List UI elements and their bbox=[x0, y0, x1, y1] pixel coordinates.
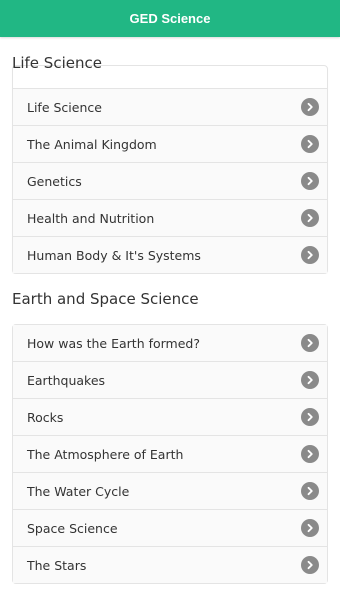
list-life-science: Life Science The Animal Kingdom Genetics… bbox=[13, 88, 327, 273]
list-item-label: Earthquakes bbox=[27, 372, 106, 388]
list-earth-space: How was the Earth formed? Earthquakes Ro… bbox=[13, 325, 327, 583]
section-title-life-science: Life Science bbox=[12, 54, 102, 72]
list-item-label: How was the Earth formed? bbox=[27, 335, 200, 351]
list-item-earth-formed[interactable]: How was the Earth formed? bbox=[13, 325, 327, 362]
chevron-right-icon bbox=[301, 371, 319, 389]
list-item-label: The Water Cycle bbox=[27, 483, 130, 499]
chevron-right-icon bbox=[301, 172, 319, 190]
content: Life Science Life Science The Animal Kin… bbox=[0, 54, 340, 584]
list-item-water-cycle[interactable]: The Water Cycle bbox=[13, 473, 327, 510]
chevron-right-icon bbox=[301, 246, 319, 264]
list-item-label: Human Body & It's Systems bbox=[27, 247, 201, 263]
list-item-label: Space Science bbox=[27, 520, 118, 536]
list-item-label: Life Science bbox=[27, 99, 102, 115]
list-item-label: The Animal Kingdom bbox=[27, 136, 157, 152]
list-item-earthquakes[interactable]: Earthquakes bbox=[13, 362, 327, 399]
app-bar: GED Science bbox=[0, 0, 340, 37]
chevron-right-icon bbox=[301, 98, 319, 116]
list-item-label: Health and Nutrition bbox=[27, 210, 155, 226]
list-item-genetics[interactable]: Genetics bbox=[13, 163, 327, 200]
list-item-human-body[interactable]: Human Body & It's Systems bbox=[13, 237, 327, 273]
section-earth-space: How was the Earth formed? Earthquakes Ro… bbox=[12, 324, 328, 584]
chevron-right-icon bbox=[301, 519, 319, 537]
section-life-science: Life Science Life Science The Animal Kin… bbox=[12, 54, 328, 274]
chevron-right-icon bbox=[301, 135, 319, 153]
list-item-stars[interactable]: The Stars bbox=[13, 547, 327, 583]
chevron-right-icon bbox=[301, 556, 319, 574]
chevron-right-icon bbox=[301, 445, 319, 463]
section-title-earth-space: Earth and Space Science bbox=[0, 274, 340, 324]
app-title: GED Science bbox=[129, 11, 211, 26]
list-item-animal-kingdom[interactable]: The Animal Kingdom bbox=[13, 126, 327, 163]
list-item-label: Genetics bbox=[27, 173, 82, 189]
chevron-right-icon bbox=[301, 408, 319, 426]
list-item-atmosphere[interactable]: The Atmosphere of Earth bbox=[13, 436, 327, 473]
list-item-life-science[interactable]: Life Science bbox=[13, 89, 327, 126]
chevron-right-icon bbox=[301, 482, 319, 500]
list-item-space-science[interactable]: Space Science bbox=[13, 510, 327, 547]
chevron-right-icon bbox=[301, 209, 319, 227]
list-item-rocks[interactable]: Rocks bbox=[13, 399, 327, 436]
list-item-health-nutrition[interactable]: Health and Nutrition bbox=[13, 200, 327, 237]
list-item-label: The Stars bbox=[27, 557, 87, 573]
list-item-label: Rocks bbox=[27, 409, 64, 425]
chevron-right-icon bbox=[301, 334, 319, 352]
list-item-label: The Atmosphere of Earth bbox=[27, 446, 184, 462]
